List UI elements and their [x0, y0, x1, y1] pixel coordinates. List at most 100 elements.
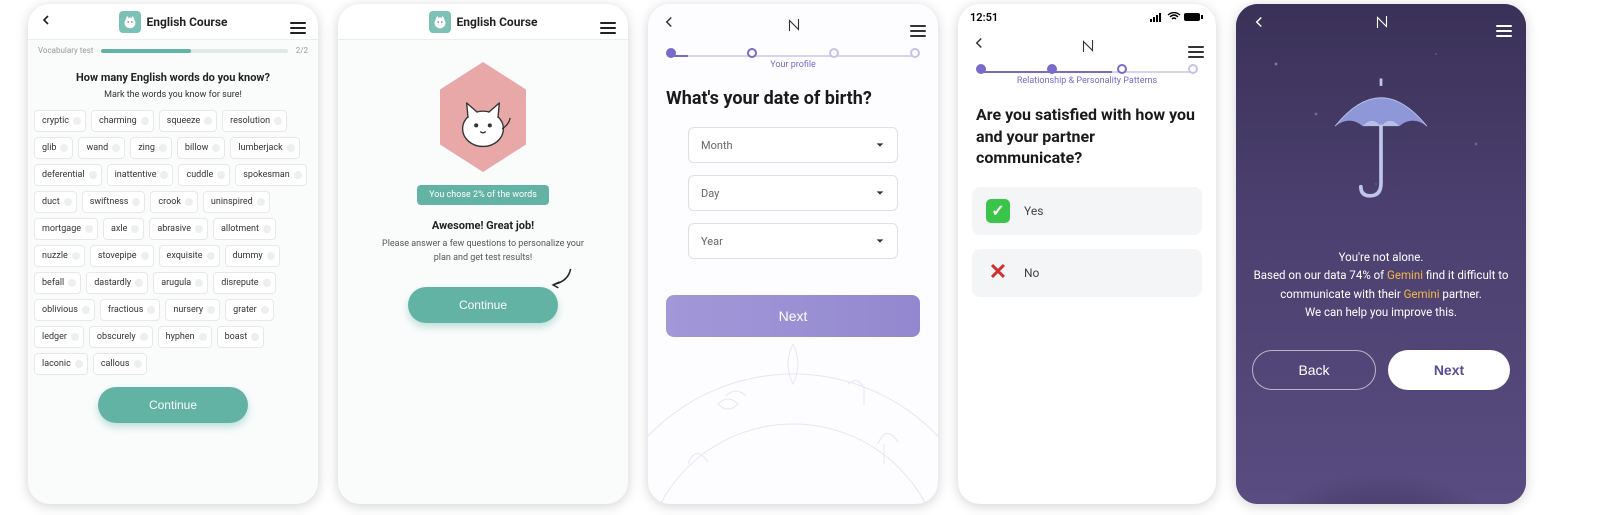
app-logo-icon [1268, 13, 1496, 35]
word-chip[interactable]: glib [34, 137, 73, 159]
word-chip[interactable]: nuzzle [34, 245, 85, 267]
app-logo-icon [678, 14, 910, 34]
next-button[interactable]: Next [1388, 350, 1510, 390]
step-label: Relationship & Personality Patterns [958, 76, 1216, 86]
word-chip[interactable]: dummy [225, 245, 280, 267]
zodiac-illustration [648, 314, 938, 504]
word-chip[interactable]: grater [225, 299, 274, 321]
word-chip[interactable]: nursery [165, 299, 220, 321]
word-chip[interactable]: deferential [34, 164, 102, 186]
word-chip[interactable]: axle [103, 218, 144, 240]
word-chip[interactable]: callous [93, 353, 147, 375]
back-button[interactable] [38, 12, 56, 32]
question-screen: 12:51 Relationship & Personality Pattern… [958, 4, 1216, 504]
answer-yes-label: Yes [1024, 204, 1043, 218]
word-chip[interactable]: boast [217, 326, 265, 348]
word-chip[interactable]: duct [34, 191, 77, 213]
word-chip[interactable]: mortgage [34, 218, 98, 240]
menu-button[interactable] [1188, 33, 1204, 58]
insight-screen: You're not alone. Based on our data 74% … [1236, 4, 1526, 504]
answer-no-label: No [1024, 266, 1039, 280]
result-card: You chose 2% of the words Awesome! Great… [338, 40, 628, 323]
signal-icon [1150, 12, 1164, 22]
word-chip[interactable]: resolution [222, 110, 287, 132]
insight-line1: You're not alone. [1252, 248, 1510, 266]
word-chip[interactable]: arugula [153, 272, 208, 294]
wizard-steps [958, 60, 1216, 76]
back-button[interactable] [970, 34, 988, 56]
word-chip[interactable]: befall [34, 272, 81, 294]
step-label: Your profile [648, 60, 938, 70]
dob-screen: Your profile What's your date of birth? … [648, 4, 938, 504]
word-chip[interactable]: hyphen [158, 326, 212, 348]
year-select-label: Year [701, 235, 723, 248]
word-chip[interactable]: cuddle [178, 164, 230, 186]
insight-line2: Based on our data 74% of Gemini find it … [1252, 266, 1510, 303]
menu-button[interactable] [910, 12, 926, 37]
word-chip[interactable]: spokesman [235, 164, 306, 186]
word-chip[interactable]: crook [150, 191, 198, 213]
header: English Course [28, 4, 318, 40]
page-title: English Course [457, 15, 538, 29]
day-select-label: Day [701, 187, 719, 200]
wifi-icon [1167, 12, 1181, 22]
word-chip[interactable]: disrepute [213, 272, 275, 294]
answer-no[interactable]: ✕ No [972, 249, 1202, 297]
umbrella-icon [1236, 74, 1526, 208]
status-time: 12:51 [970, 11, 998, 24]
chevron-down-icon [875, 188, 885, 198]
word-chip[interactable]: charming [91, 110, 154, 132]
insight-text: You're not alone. Based on our data 74% … [1236, 248, 1526, 322]
answer-yes[interactable]: ✓ Yes [972, 187, 1202, 235]
result-heading: Awesome! Great job! [338, 219, 628, 232]
app-logo-icon [988, 35, 1188, 55]
word-chip[interactable]: fractious [100, 299, 160, 321]
word-chip[interactable]: laconic [34, 353, 88, 375]
menu-button[interactable] [600, 9, 618, 34]
back-button[interactable] [660, 13, 678, 35]
word-chip[interactable]: abrasive [149, 218, 208, 240]
word-chip[interactable]: swiftness [82, 191, 146, 213]
menu-button[interactable] [1496, 12, 1512, 37]
header [1236, 4, 1526, 44]
word-chip[interactable]: cryptic [34, 110, 86, 132]
header [958, 30, 1216, 60]
word-chip[interactable]: uninspired [203, 191, 270, 213]
word-chip[interactable]: exquisite [159, 245, 220, 267]
year-select[interactable]: Year [688, 223, 898, 259]
continue-button[interactable]: Continue [408, 287, 558, 323]
vocab-test-screen: English Course Vocabulary test 2/2 How m… [28, 4, 318, 504]
progress-count: 2/2 [296, 46, 308, 55]
insight-line3: We can help you improve this. [1252, 303, 1510, 321]
chevron-down-icon [875, 140, 885, 150]
month-select[interactable]: Month [688, 127, 898, 163]
word-chip[interactable]: billow [177, 137, 226, 159]
cross-icon: ✕ [986, 261, 1010, 285]
vocab-result-screen: English Course You chose 2% of the words… [338, 4, 628, 504]
word-chip[interactable]: dastardly [86, 272, 148, 294]
heading: How many English words do you know? [38, 71, 308, 84]
header [648, 4, 938, 44]
word-chip[interactable]: lumberjack [230, 137, 299, 159]
continue-button[interactable]: Continue [98, 387, 248, 423]
word-chip[interactable]: obscurely [89, 326, 153, 348]
back-button[interactable] [1250, 13, 1268, 35]
heading: Are you satisfied with how you and your … [958, 100, 1216, 187]
chevron-down-icon [875, 236, 885, 246]
word-chip[interactable]: squeeze [159, 110, 217, 132]
word-chip[interactable]: oblivious [34, 299, 95, 321]
menu-button[interactable] [290, 9, 308, 34]
wizard-steps [648, 44, 938, 60]
word-chip[interactable]: zing [130, 137, 172, 159]
word-chip[interactable]: stovepipe [90, 245, 154, 267]
word-chip[interactable]: ledger [34, 326, 84, 348]
word-chip[interactable]: allotment [213, 218, 276, 240]
word-grid: crypticcharmingsqueezeresolution glibwand… [28, 110, 318, 375]
day-select[interactable]: Day [688, 175, 898, 211]
word-chip[interactable]: inattentive [107, 164, 174, 186]
check-icon: ✓ [986, 199, 1010, 223]
month-select-label: Month [701, 139, 733, 152]
word-chip[interactable]: wand [78, 137, 125, 159]
result-illustration [428, 62, 538, 182]
back-button-large[interactable]: Back [1252, 350, 1376, 390]
